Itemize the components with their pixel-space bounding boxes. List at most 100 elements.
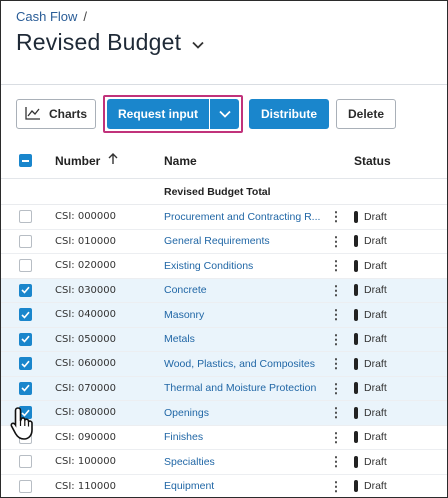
budget-table: Number Name Status Revised Budget Total … — [1, 143, 447, 498]
table-row[interactable]: CSI: 040000 Masonry ⋮ Draft — [1, 303, 447, 328]
kebab-menu-icon[interactable]: ⋮ — [324, 333, 348, 346]
kebab-menu-icon[interactable]: ⋮ — [324, 284, 348, 297]
row-name-link[interactable]: Concrete — [158, 284, 324, 296]
row-number: CSI: 100000 — [55, 456, 117, 468]
table-row[interactable]: CSI: 000000 Procurement and Contracting … — [1, 205, 447, 230]
request-input-button[interactable]: Request input — [107, 99, 209, 129]
row-status-label: Draft — [364, 259, 387, 272]
kebab-menu-icon[interactable]: ⋮ — [324, 406, 348, 419]
total-row: Revised Budget Total — [1, 179, 447, 205]
kebab-menu-icon[interactable]: ⋮ — [324, 455, 348, 468]
app-window: Cash Flow / Revised Budget Charts Reques… — [0, 0, 448, 498]
row-name-link[interactable]: Wood, Plastics, and Composites — [158, 358, 324, 370]
request-input-split-button: Request input — [107, 99, 239, 129]
table-header: Number Name Status — [1, 143, 447, 179]
row-name-link[interactable]: Specialties — [158, 456, 324, 468]
row-checkbox-cell — [1, 406, 49, 420]
row-name-link[interactable]: Metals — [158, 333, 324, 345]
row-name-link[interactable]: Existing Conditions — [158, 260, 324, 272]
table-row[interactable]: CSI: 050000 Metals ⋮ Draft — [1, 327, 447, 352]
column-header-status[interactable]: Status — [348, 154, 438, 168]
kebab-menu-icon[interactable]: ⋮ — [324, 357, 348, 370]
status-pill-icon — [354, 259, 358, 272]
request-input-dropdown-button[interactable] — [209, 99, 239, 129]
row-status: Draft — [348, 259, 438, 272]
table-row[interactable]: CSI: 070000 Thermal and Moisture Protect… — [1, 376, 447, 401]
table-row[interactable]: CSI: 060000 Wood, Plastics, and Composit… — [1, 352, 447, 377]
row-checkbox[interactable] — [18, 406, 32, 420]
chevron-down-icon[interactable] — [191, 38, 205, 52]
table-row[interactable]: CSI: 010000 General Requirements ⋮ Draft — [1, 230, 447, 254]
kebab-menu-icon[interactable]: ⋮ — [324, 431, 348, 444]
row-checkbox-cell — [1, 259, 49, 273]
distribute-button[interactable]: Distribute — [249, 99, 329, 129]
row-status: Draft — [348, 284, 438, 297]
row-name-link[interactable]: Finishes — [158, 431, 324, 443]
row-checkbox[interactable] — [18, 430, 32, 444]
row-status-label: Draft — [364, 333, 387, 346]
table-row[interactable]: CSI: 030000 Concrete ⋮ Draft — [1, 278, 447, 303]
table-row[interactable]: CSI: 020000 Existing Conditions ⋮ Draft — [1, 254, 447, 279]
table-row[interactable]: CSI: 100000 Specialties ⋮ Draft — [1, 450, 447, 475]
kebab-menu-icon[interactable]: ⋮ — [324, 259, 348, 272]
row-checkbox[interactable] — [18, 210, 32, 224]
table-row[interactable]: CSI: 090000 Finishes ⋮ Draft — [1, 426, 447, 450]
breadcrumb: Cash Flow / — [16, 9, 87, 24]
delete-button[interactable]: Delete — [336, 99, 396, 129]
row-status: Draft — [348, 210, 438, 223]
breadcrumb-separator: / — [83, 9, 88, 24]
select-all-cell — [1, 154, 49, 167]
row-checkbox[interactable] — [18, 332, 32, 346]
row-number: CSI: 010000 — [55, 235, 117, 247]
row-status-label: Draft — [364, 382, 387, 395]
row-status-label: Draft — [364, 480, 387, 493]
request-input-highlight: Request input — [103, 95, 243, 133]
status-pill-icon — [354, 357, 358, 370]
row-checkbox-cell — [1, 234, 49, 248]
row-name-link[interactable]: Masonry — [158, 309, 324, 321]
row-status: Draft — [348, 455, 438, 468]
row-status-label: Draft — [364, 431, 387, 444]
kebab-menu-icon[interactable]: ⋮ — [324, 382, 348, 395]
row-name-link[interactable]: General Requirements — [158, 235, 324, 247]
status-pill-icon — [354, 431, 358, 444]
row-checkbox[interactable] — [18, 283, 32, 297]
table-row[interactable]: CSI: 080000 Openings ⋮ Draft — [1, 401, 447, 426]
charts-button[interactable]: Charts — [16, 99, 96, 129]
row-name-link[interactable]: Procurement and Contracting R... — [158, 211, 324, 223]
line-chart-icon — [25, 106, 41, 123]
select-all-checkbox[interactable] — [18, 154, 32, 167]
kebab-menu-icon[interactable]: ⋮ — [324, 308, 348, 321]
arrow-up-icon — [108, 153, 118, 168]
kebab-menu-icon[interactable]: ⋮ — [324, 210, 348, 223]
row-checkbox[interactable] — [18, 259, 32, 273]
row-checkbox[interactable] — [18, 455, 32, 469]
row-status-label: Draft — [364, 406, 387, 419]
row-status-label: Draft — [364, 235, 387, 248]
row-checkbox-cell — [1, 357, 49, 371]
column-header-name[interactable]: Name — [158, 154, 324, 168]
row-checkbox[interactable] — [18, 357, 32, 371]
kebab-menu-icon[interactable]: ⋮ — [324, 235, 348, 248]
kebab-menu-icon[interactable]: ⋮ — [324, 480, 348, 493]
row-checkbox-cell — [1, 455, 49, 469]
row-checkbox[interactable] — [18, 308, 32, 322]
row-number: CSI: 080000 — [55, 407, 117, 419]
row-number: CSI: 110000 — [55, 480, 117, 492]
row-number: CSI: 070000 — [55, 382, 117, 394]
row-status-label: Draft — [364, 455, 387, 468]
row-name-link[interactable]: Thermal and Moisture Protection — [158, 382, 324, 394]
row-name-link[interactable]: Equipment — [158, 480, 324, 492]
column-header-number[interactable]: Number — [49, 153, 158, 168]
row-number: CSI: 090000 — [55, 431, 117, 443]
row-checkbox[interactable] — [18, 381, 32, 395]
row-status-label: Draft — [364, 357, 387, 370]
row-checkbox-cell — [1, 381, 49, 395]
row-checkbox[interactable] — [18, 479, 32, 493]
row-checkbox[interactable] — [18, 234, 32, 248]
breadcrumb-link-cash-flow[interactable]: Cash Flow — [16, 9, 77, 24]
row-name-link[interactable]: Openings — [158, 407, 324, 419]
table-row[interactable]: CSI: 110000 Equipment ⋮ Draft — [1, 475, 447, 498]
row-number: CSI: 060000 — [55, 358, 117, 370]
page-title: Revised Budget — [16, 29, 182, 55]
